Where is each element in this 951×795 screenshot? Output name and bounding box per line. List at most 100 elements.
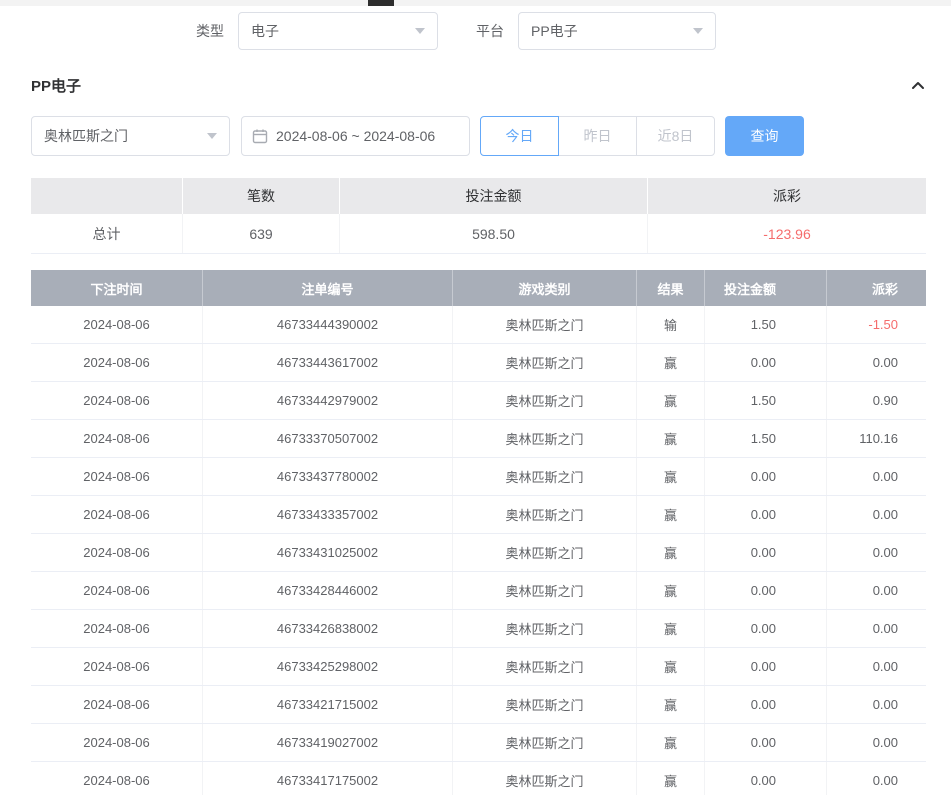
summary-header-count: 笔数 <box>183 178 340 214</box>
search-button[interactable]: 查询 <box>725 116 804 156</box>
cell-payout: 0.00 <box>827 534 926 571</box>
table-row: 2024-08-06 46733370507002 奥林匹斯之门 赢 1.50 … <box>31 420 926 458</box>
cell-payout: 0.00 <box>827 610 926 647</box>
cell-game-type: 奥林匹斯之门 <box>453 496 637 533</box>
cell-payout: 0.00 <box>827 496 926 533</box>
cell-game-type: 奥林匹斯之门 <box>453 306 637 343</box>
main-content: PP电子 奥林匹斯之门 2024-08-06 ~ 2024-08-06 今日 昨… <box>0 75 951 795</box>
cell-result: 赢 <box>637 534 705 571</box>
cell-result: 赢 <box>637 648 705 685</box>
cell-bet-amount: 0.00 <box>705 572 827 609</box>
cell-bet-amount: 0.00 <box>705 610 827 647</box>
cell-order-id: 46733370507002 <box>203 420 453 457</box>
top-filter-bar: 类型 电子 平台 PP电子 <box>196 0 951 50</box>
cell-order-id: 46733426838002 <box>203 610 453 647</box>
cell-payout: 0.00 <box>827 572 926 609</box>
cell-bet-amount: 1.50 <box>705 420 827 457</box>
last-8-days-button[interactable]: 近8日 <box>636 116 715 156</box>
cell-bet-amount: 0.00 <box>705 686 827 723</box>
cell-game-type: 奥林匹斯之门 <box>453 610 637 647</box>
today-button[interactable]: 今日 <box>480 116 559 156</box>
cell-bet-time: 2024-08-06 <box>31 496 203 533</box>
cell-order-id: 46733421715002 <box>203 686 453 723</box>
cell-bet-amount: 0.00 <box>705 724 827 761</box>
cell-result: 赢 <box>637 762 705 795</box>
summary-table: 笔数 投注金额 派彩 总计 639 598.50 -123.96 <box>31 178 926 254</box>
cell-game-type: 奥林匹斯之门 <box>453 534 637 571</box>
cell-bet-time: 2024-08-06 <box>31 724 203 761</box>
date-range-value: 2024-08-06 ~ 2024-08-06 <box>276 128 435 144</box>
chevron-down-icon <box>207 133 217 139</box>
game-select[interactable]: 奥林匹斯之门 <box>31 116 230 156</box>
collapse-chevron-up-icon[interactable] <box>910 78 926 94</box>
cell-bet-time: 2024-08-06 <box>31 420 203 457</box>
summary-total-label: 总计 <box>31 214 183 253</box>
table-row: 2024-08-06 46733421715002 奥林匹斯之门 赢 0.00 … <box>31 686 926 724</box>
summary-count-value: 639 <box>183 214 340 253</box>
game-select-value: 奥林匹斯之门 <box>44 126 128 146</box>
cell-order-id: 46733442979002 <box>203 382 453 419</box>
bet-records-table: 下注时间 注单编号 游戏类别 结果 投注金额 派彩 2024-08-06 467… <box>31 270 926 795</box>
cell-result: 赢 <box>637 686 705 723</box>
header-bet-amount: 投注金额 <box>705 270 827 306</box>
cell-payout: 0.90 <box>827 382 926 419</box>
chevron-down-icon <box>693 28 703 34</box>
cell-game-type: 奥林匹斯之门 <box>453 648 637 685</box>
cell-bet-time: 2024-08-06 <box>31 762 203 795</box>
table-row: 2024-08-06 46733419027002 奥林匹斯之门 赢 0.00 … <box>31 724 926 762</box>
table-row: 2024-08-06 46733425298002 奥林匹斯之门 赢 0.00 … <box>31 648 926 686</box>
type-select-value: 电子 <box>251 21 279 41</box>
table-row: 2024-08-06 46733417175002 奥林匹斯之门 赢 0.00 … <box>31 762 926 795</box>
cell-order-id: 46733437780002 <box>203 458 453 495</box>
horizontal-scrollbar-thumb[interactable] <box>368 0 394 6</box>
cell-order-id: 46733431025002 <box>203 534 453 571</box>
chevron-down-icon <box>415 28 425 34</box>
type-select[interactable]: 电子 <box>238 12 438 50</box>
quick-date-button-group: 今日 昨日 近8日 <box>480 116 715 156</box>
cell-bet-amount: 0.00 <box>705 496 827 533</box>
cell-payout: 0.00 <box>827 458 926 495</box>
cell-bet-time: 2024-08-06 <box>31 458 203 495</box>
cell-order-id: 46733425298002 <box>203 648 453 685</box>
cell-bet-time: 2024-08-06 <box>31 686 203 723</box>
cell-bet-time: 2024-08-06 <box>31 344 203 381</box>
platform-select[interactable]: PP电子 <box>518 12 716 50</box>
cell-bet-amount: 0.00 <box>705 762 827 795</box>
cell-result: 赢 <box>637 344 705 381</box>
cell-payout: 0.00 <box>827 648 926 685</box>
cell-game-type: 奥林匹斯之门 <box>453 458 637 495</box>
table-row: 2024-08-06 46733433357002 奥林匹斯之门 赢 0.00 … <box>31 496 926 534</box>
cell-payout: 0.00 <box>827 686 926 723</box>
cell-result: 赢 <box>637 420 705 457</box>
cell-game-type: 奥林匹斯之门 <box>453 420 637 457</box>
summary-header-row: 笔数 投注金额 派彩 <box>31 178 926 214</box>
cell-result: 输 <box>637 306 705 343</box>
table-row: 2024-08-06 46733444390002 奥林匹斯之门 输 1.50 … <box>31 306 926 344</box>
table-row: 2024-08-06 46733443617002 奥林匹斯之门 赢 0.00 … <box>31 344 926 382</box>
cell-bet-amount: 0.00 <box>705 534 827 571</box>
cell-payout: 0.00 <box>827 724 926 761</box>
section-header: PP电子 <box>31 75 926 96</box>
platform-label: 平台 <box>476 21 504 41</box>
date-range-input[interactable]: 2024-08-06 ~ 2024-08-06 <box>241 116 470 156</box>
platform-select-value: PP电子 <box>531 21 578 41</box>
header-result: 结果 <box>637 270 705 306</box>
cell-order-id: 46733419027002 <box>203 724 453 761</box>
header-game-type: 游戏类别 <box>453 270 637 306</box>
cell-game-type: 奥林匹斯之门 <box>453 724 637 761</box>
summary-payout-value: -123.96 <box>648 214 926 253</box>
table-row: 2024-08-06 46733428446002 奥林匹斯之门 赢 0.00 … <box>31 572 926 610</box>
table-row: 2024-08-06 46733431025002 奥林匹斯之门 赢 0.00 … <box>31 534 926 572</box>
yesterday-button[interactable]: 昨日 <box>558 116 637 156</box>
header-order-id: 注单编号 <box>203 270 453 306</box>
cell-game-type: 奥林匹斯之门 <box>453 572 637 609</box>
cell-bet-time: 2024-08-06 <box>31 382 203 419</box>
summary-bet-value: 598.50 <box>340 214 648 253</box>
table-row: 2024-08-06 46733442979002 奥林匹斯之门 赢 1.50 … <box>31 382 926 420</box>
filter-row: 奥林匹斯之门 2024-08-06 ~ 2024-08-06 今日 昨日 近8日… <box>31 116 926 156</box>
cell-bet-amount: 1.50 <box>705 306 827 343</box>
summary-header-payout: 派彩 <box>648 178 926 214</box>
cell-game-type: 奥林匹斯之门 <box>453 382 637 419</box>
cell-game-type: 奥林匹斯之门 <box>453 762 637 795</box>
cell-order-id: 46733433357002 <box>203 496 453 533</box>
